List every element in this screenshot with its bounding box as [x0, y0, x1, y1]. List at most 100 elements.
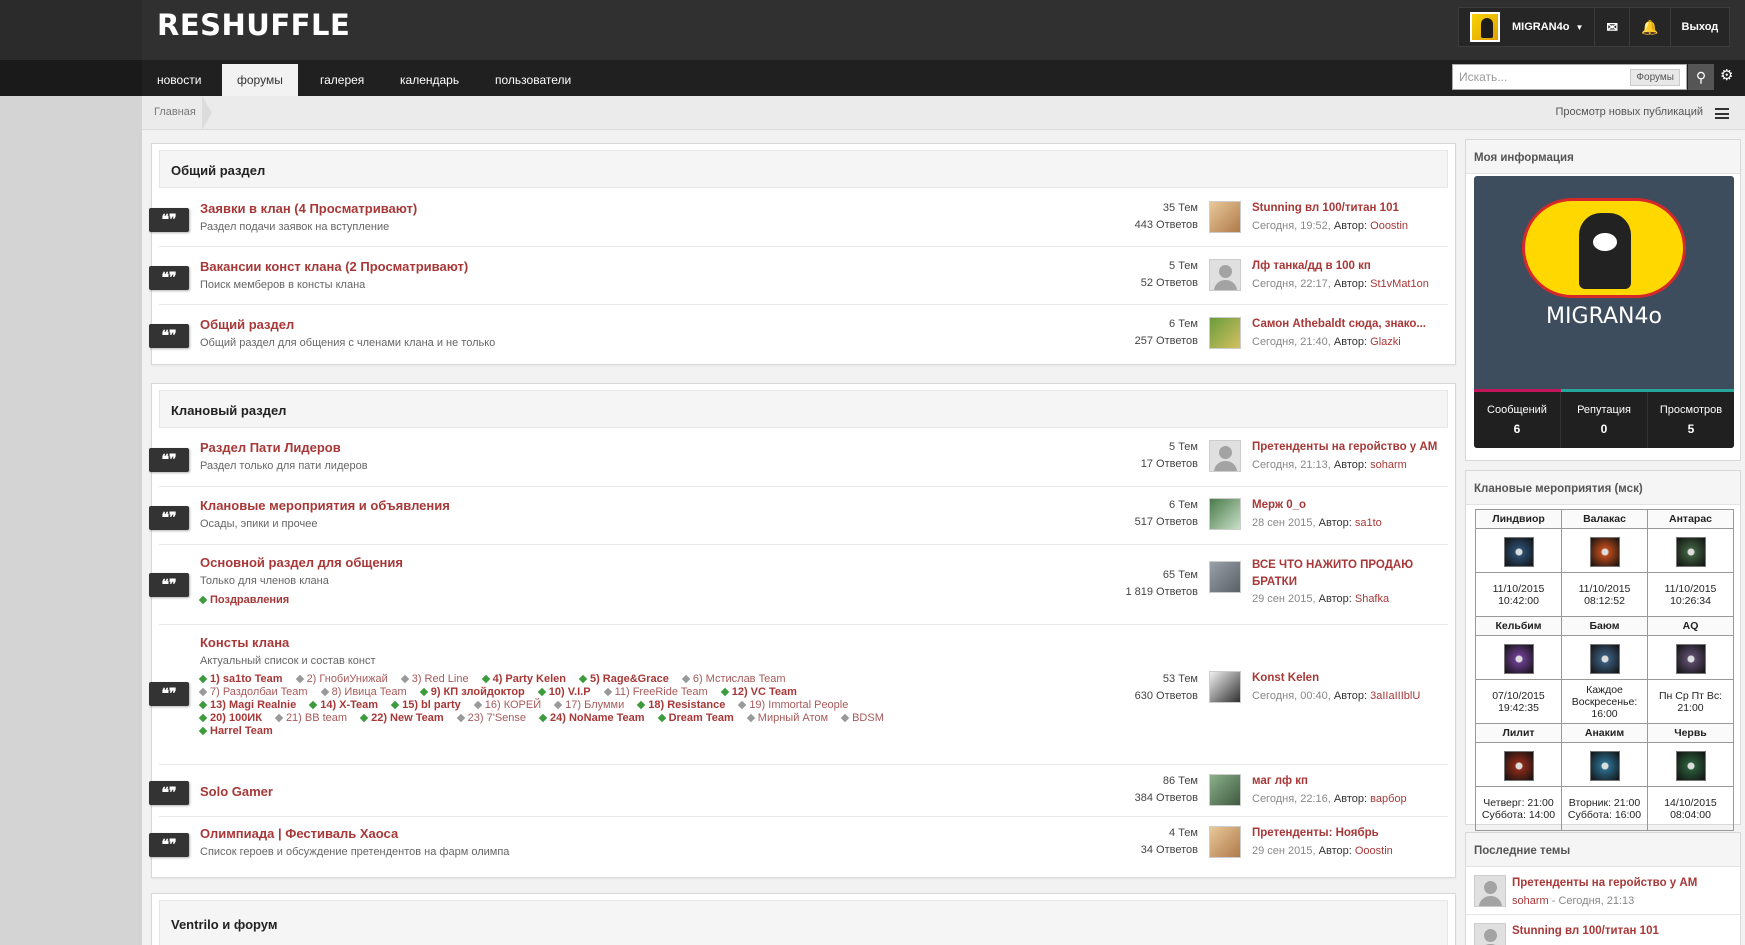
subforum-link[interactable]: Поздравления: [200, 594, 289, 606]
last-post-avatar[interactable]: [1209, 201, 1241, 233]
last-post-author[interactable]: St1vMat1on: [1370, 278, 1429, 290]
recent-topic-title[interactable]: Stunning вл 100/титан 101: [1512, 925, 1659, 937]
last-post-author[interactable]: Ooostin: [1370, 220, 1408, 232]
profile-card[interactable]: MIGRAN4o Сообщений 6 Репутация 0 Просмотро…: [1474, 176, 1734, 448]
forum-row: ❝❞ Заявки в клан (4 Просматривают) Разде…: [149, 189, 1448, 247]
tab-users[interactable]: пользователи: [480, 64, 586, 96]
subforum-link[interactable]: 6) Мстислав Team: [683, 673, 786, 685]
subforum-link[interactable]: 14) X-Team: [310, 699, 378, 711]
last-post-avatar[interactable]: [1209, 259, 1241, 291]
last-post-avatar[interactable]: [1209, 561, 1241, 593]
last-post-author[interactable]: Glazki: [1370, 336, 1401, 348]
last-post-title[interactable]: Мерж 0_о: [1252, 499, 1306, 511]
section-title[interactable]: Ventrilo и форум: [171, 917, 277, 932]
subforum-link[interactable]: 11) FreeRide Team: [605, 686, 708, 698]
forum-title[interactable]: Solo Gamer: [200, 784, 273, 799]
last-post-title[interactable]: Лф танка/дд в 100 кп: [1252, 260, 1371, 272]
last-post-title-line2[interactable]: БРАТКИ: [1252, 576, 1297, 588]
subforum-link[interactable]: 9) КП злойдоктор: [421, 686, 525, 698]
subforum-link[interactable]: 5) Rage&Grace: [580, 673, 669, 685]
tab-gallery[interactable]: галерея: [305, 64, 379, 96]
subforum-link[interactable]: 16) КОРЕЙ: [475, 699, 541, 711]
forum-title[interactable]: Основной раздел для общения: [200, 555, 403, 570]
subforum-link[interactable]: 24) NoName Team: [540, 712, 645, 724]
list-icon[interactable]: [1715, 108, 1729, 119]
last-post-avatar[interactable]: [1209, 440, 1241, 472]
subforum-link[interactable]: 15) bl party: [392, 699, 461, 711]
subforum-link[interactable]: 13) Magi Realnie: [200, 699, 296, 711]
subforum-link[interactable]: 10) V.I.P: [539, 686, 591, 698]
last-post-avatar[interactable]: [1209, 826, 1241, 858]
search-input[interactable]: Искать... Форумы: [1452, 64, 1687, 90]
last-post-title[interactable]: Претенденты: Ноябрь: [1252, 827, 1379, 839]
last-post-title[interactable]: ВСЕ ЧТО НАЖИТО ПРОДАЮ: [1252, 559, 1413, 571]
forum-title[interactable]: Олимпиада | Фестиваль Хаоса: [200, 826, 398, 841]
site-logo[interactable]: RESHUFFLE: [157, 8, 350, 42]
subforum-link[interactable]: Мирный Атом: [748, 712, 828, 724]
subforum-link[interactable]: 23) 7'Sense: [458, 712, 526, 724]
tab-calendar[interactable]: календарь: [385, 64, 474, 96]
forum-title[interactable]: Вакансии конст клана (2 Просматривают): [200, 259, 468, 274]
subforum-link[interactable]: 1) sa1to Team: [200, 673, 283, 685]
messages-icon[interactable]: ✉: [1595, 8, 1631, 46]
event-name: Анаким: [1561, 723, 1648, 743]
forum-title[interactable]: Клановые мероприятия и объявления: [200, 498, 450, 513]
logout-button[interactable]: Выход: [1671, 8, 1730, 46]
search-scope-select[interactable]: Форумы: [1630, 69, 1680, 86]
forum-title[interactable]: Консты клана: [200, 635, 289, 650]
forum-row: ❝❞ Общий раздел Общий раздел для общения…: [149, 305, 1448, 363]
forum-title[interactable]: Заявки в клан (4 Просматривают): [200, 201, 417, 216]
events-table: Линдвиор Валакас Антарас 11/10/2015 10:42:0…: [1475, 509, 1734, 831]
new-posts-link[interactable]: Просмотр новых публикаций: [1555, 106, 1703, 118]
subforum-link[interactable]: Dream Team: [659, 712, 734, 724]
section-title[interactable]: Общий раздел: [171, 163, 265, 178]
last-post-title[interactable]: Stunning вл 100/титан 101: [1252, 202, 1399, 214]
subforum-link[interactable]: 20) 100ИК: [200, 712, 262, 724]
subforum-link[interactable]: 7) Раздолбаи Team: [200, 686, 308, 698]
clan-events-block: Клановые мероприятия (мск) Линдвиор Валак…: [1465, 470, 1741, 831]
subforum-link[interactable]: 2) ГнобиУнижай: [297, 673, 388, 685]
last-post-author[interactable]: Shafka: [1355, 593, 1389, 605]
subforum-link[interactable]: 17) Блумми: [555, 699, 624, 711]
subforum-link[interactable]: BDSM: [842, 712, 884, 724]
section-header: Клановый раздел: [159, 390, 1448, 428]
subforum-link[interactable]: 4) Party Kelen: [483, 673, 566, 685]
last-post-title[interactable]: Konst Kelen: [1252, 672, 1319, 684]
forum-title[interactable]: Общий раздел: [200, 317, 294, 332]
tab-forums[interactable]: форумы: [222, 64, 298, 96]
last-post-title[interactable]: Самон Athebaldt сюда, знако...: [1252, 318, 1426, 330]
subforum-link[interactable]: 8) Ивица Team: [322, 686, 407, 698]
forum-title[interactable]: Раздел Пати Лидеров: [200, 440, 341, 455]
last-post-title[interactable]: маг лф кп: [1252, 775, 1308, 787]
event-time: Вторник: 21:00 Суббота: 16:00: [1561, 786, 1648, 831]
last-post-avatar[interactable]: [1209, 317, 1241, 349]
user-menu[interactable]: MIGRAN4o ▼: [1459, 8, 1596, 46]
subforum-link[interactable]: Harrel Team: [200, 725, 273, 737]
subforum-link[interactable]: 18) Resistance: [638, 699, 725, 711]
last-post-author[interactable]: варбор: [1370, 793, 1407, 805]
last-post-avatar[interactable]: [1209, 774, 1241, 806]
subforum-link[interactable]: 19) Immortal People: [739, 699, 848, 711]
forum-quote-icon: ❝❞: [149, 506, 189, 530]
last-post-avatar[interactable]: [1209, 671, 1241, 703]
subforum-link[interactable]: 3) Red Line: [402, 673, 469, 685]
recent-topic-item[interactable]: Stunning вл 100/титан 101: [1466, 915, 1740, 945]
subforum-link[interactable]: 22) New Team: [361, 712, 444, 724]
recent-topic-item[interactable]: Претенденты на геройство у АМ soharm - С…: [1466, 867, 1740, 915]
breadcrumb-home[interactable]: Главная: [154, 106, 196, 118]
last-post-avatar[interactable]: [1209, 498, 1241, 530]
section-title[interactable]: Клановый раздел: [171, 403, 286, 418]
subforum-link[interactable]: 12) VC Team: [722, 686, 797, 698]
forum-row: ❝❞ Основной раздел для общения Только дл…: [149, 545, 1448, 625]
tab-news[interactable]: новости: [142, 64, 216, 96]
recent-topic-title[interactable]: Претенденты на геройство у АМ: [1512, 877, 1697, 889]
last-post-author[interactable]: soharm: [1370, 459, 1407, 471]
gear-icon[interactable]: ⚙: [1720, 66, 1733, 84]
bell-icon[interactable]: 🔔: [1630, 8, 1671, 46]
last-post-author[interactable]: 3aIIaIIIblU: [1370, 690, 1420, 702]
subforum-link[interactable]: 21) BB team: [276, 712, 347, 724]
search-button[interactable]: ⚲: [1688, 64, 1714, 90]
last-post-author[interactable]: Ooostin: [1355, 845, 1393, 857]
last-post-title[interactable]: Претенденты на геройство у АМ: [1252, 441, 1437, 453]
last-post-author[interactable]: sa1to: [1355, 517, 1382, 529]
